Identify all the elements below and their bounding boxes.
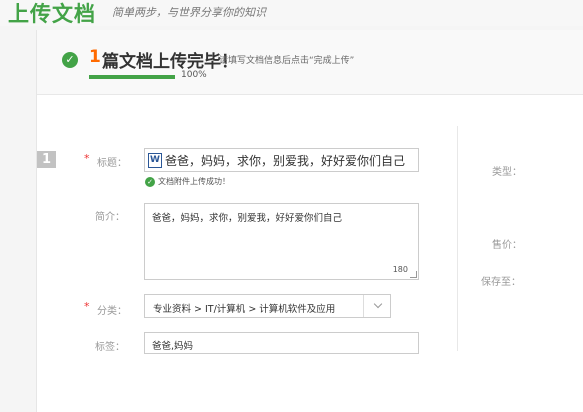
required-marker: * [84, 300, 90, 313]
upload-progress-bar [89, 75, 175, 79]
required-marker: * [84, 152, 90, 165]
document-index-badge: 1 [37, 151, 56, 168]
uploaded-count: 1 [89, 47, 101, 67]
upload-panel: ✓ 1 篇文档上传完毕！ 请填写文档信息后点击“完成上传” 100% 1 * 标… [36, 30, 583, 412]
save-to-label: 保存至： [481, 277, 521, 288]
upload-progress-fill [89, 75, 175, 79]
category-select-value: 专业资料 > IT/计算机 > 计算机软件及应用 [153, 304, 336, 315]
side-panel-divider [457, 126, 458, 351]
upload-success-title: 篇文档上传完毕！ [102, 52, 238, 72]
type-label: 类型： [492, 167, 522, 178]
category-label: 分类： [97, 306, 127, 317]
title-input-value: 爸爸，妈妈，求你，别爱我，好好爱你们自己 [165, 154, 406, 168]
word-document-icon: W [148, 153, 162, 168]
select-divider [363, 295, 364, 317]
page-header: 上传文档 简单两步，与世界分享你的知识 [0, 0, 583, 26]
category-select[interactable]: 专业资料 > IT/计算机 > 计算机软件及应用 [144, 294, 391, 318]
upload-success-icon: ✓ [145, 177, 155, 187]
upload-success-hint: 请填写文档信息后点击“完成上传” [219, 56, 355, 66]
upload-success-text: 文档附件上传成功！ [158, 177, 230, 186]
summary-label: 简介： [95, 212, 125, 223]
price-label: 售价： [492, 240, 522, 251]
tags-input-value: 爸爸,妈妈 [152, 341, 194, 352]
resize-grip-icon[interactable] [410, 271, 417, 278]
tags-input[interactable]: 爸爸,妈妈 [144, 332, 419, 354]
summary-textarea-value: 爸爸，妈妈，求你，别爱我，好好爱你们自己 [152, 213, 343, 224]
summary-textarea[interactable]: 爸爸，妈妈，求你，别爱我，好好爱你们自己 180 [144, 203, 419, 280]
success-check-icon: ✓ [62, 52, 78, 68]
title-label: 标题： [97, 158, 127, 169]
upload-progress-text: 100% [181, 70, 207, 80]
upload-status-bar: ✓ 1 篇文档上传完毕！ 请填写文档信息后点击“完成上传” 100% [37, 30, 583, 95]
page-slogan: 简单两步，与世界分享你的知识 [112, 6, 266, 19]
tags-label: 标签： [95, 342, 125, 353]
summary-char-count: 180 [392, 265, 408, 274]
page-title: 上传文档 [8, 2, 96, 26]
title-input[interactable]: W 爸爸，妈妈，求你，别爱我，好好爱你们自己 [144, 148, 419, 172]
chevron-down-icon[interactable] [373, 299, 383, 309]
